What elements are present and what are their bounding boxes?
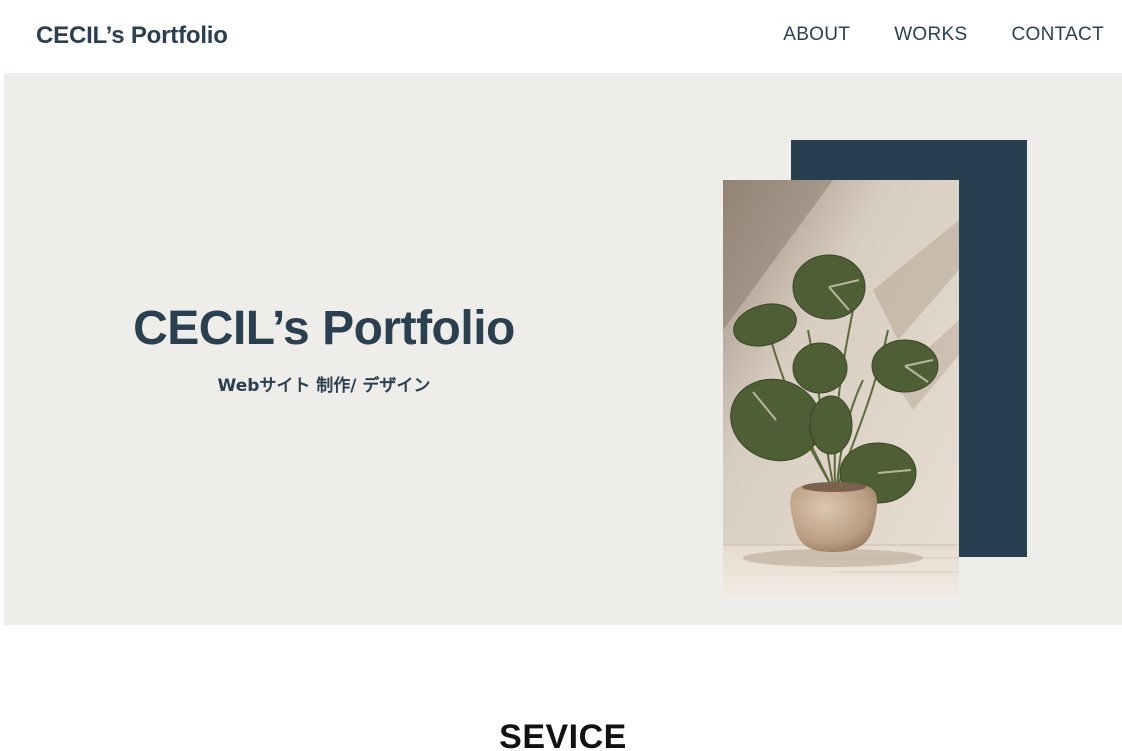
hero-subtitle: Webサイト 制作/ デザイン <box>217 376 431 396</box>
service-section-title: SEVICE <box>499 718 627 751</box>
site-header: CECIL’s Portfolio ABOUT WORKS CONTACT <box>4 0 1122 73</box>
page: CECIL’s Portfolio ABOUT WORKS CONTACT CE… <box>0 0 1122 751</box>
nav-works-link[interactable]: WORKS <box>894 24 967 46</box>
plant-illustration <box>723 180 959 597</box>
site-logo[interactable]: CECIL’s Portfolio <box>36 22 228 50</box>
main-nav: ABOUT WORKS CONTACT <box>783 24 1104 46</box>
nav-about-link[interactable]: ABOUT <box>783 24 850 46</box>
hero-title: CECIL’s Portfolio <box>133 302 515 355</box>
hero-section: CECIL’s Portfolio Webサイト 制作/ デザイン <box>4 73 1122 625</box>
plant-photo <box>723 180 959 597</box>
nav-contact-link[interactable]: CONTACT <box>1011 24 1104 46</box>
